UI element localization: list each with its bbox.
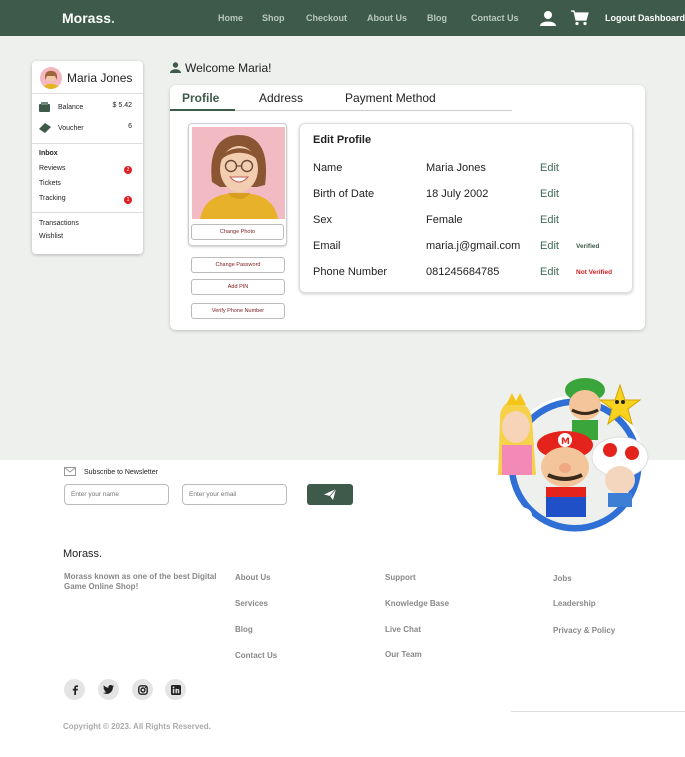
field-sex-value: Female bbox=[426, 214, 463, 226]
balance-value: $ 5.42 bbox=[112, 102, 132, 109]
field-name-value: Maria Jones bbox=[426, 162, 486, 174]
send-icon bbox=[324, 488, 337, 500]
footer-divider bbox=[511, 711, 685, 712]
svg-text:M: M bbox=[561, 437, 570, 447]
mail-icon bbox=[64, 467, 76, 476]
newsletter-label: Subscribe to Newsletter bbox=[64, 467, 158, 476]
footer-link-about-us[interactable]: About Us bbox=[235, 573, 271, 582]
footer-link-leadership[interactable]: Leadership bbox=[553, 599, 596, 608]
balance-label: Balance bbox=[57, 103, 84, 111]
top-navbar: Morass. Home Shop Checkout About Us Blog… bbox=[0, 0, 685, 36]
voucher-row: Voucher 6 bbox=[39, 123, 136, 133]
wallet-icon bbox=[39, 102, 50, 112]
field-birth-date-label: Birth of Date bbox=[313, 188, 375, 200]
active-tab-indicator bbox=[170, 109, 235, 111]
edit-phone-link[interactable]: Edit bbox=[540, 266, 559, 278]
tracking-count-badge: 1 bbox=[124, 196, 132, 204]
field-birth-date-value: 18 July 2002 bbox=[426, 188, 489, 200]
field-sex-label: Sex bbox=[313, 214, 332, 226]
field-name-label: Name bbox=[313, 162, 343, 174]
copyright-text: Copyright © 2023. All Rights Reserved. bbox=[63, 722, 211, 731]
add-pin-button[interactable]: Add PIN bbox=[191, 279, 285, 295]
field-email-value: maria.j@gmail.com bbox=[426, 240, 521, 252]
balance-row: Balance $ 5.42 bbox=[39, 102, 136, 112]
change-password-button[interactable]: Change Password bbox=[191, 257, 285, 273]
field-phone-value: 081245684785 bbox=[426, 266, 500, 278]
email-verified-status: Verified bbox=[576, 243, 600, 250]
footer-link-jobs[interactable]: Jobs bbox=[553, 574, 572, 583]
edit-profile-title: Edit Profile bbox=[313, 134, 372, 146]
logout-dashboard-link[interactable]: Logout Dashboard bbox=[605, 13, 685, 23]
profile-photo bbox=[192, 127, 285, 219]
edit-profile-panel: Edit Profile Name Maria Jones Edit Birth… bbox=[299, 123, 633, 293]
footer-link-our-team[interactable]: Our Team bbox=[385, 650, 422, 659]
voucher-label: Voucher bbox=[57, 124, 84, 132]
cart-icon[interactable] bbox=[571, 10, 589, 26]
footer-link-services[interactable]: Services bbox=[235, 599, 268, 608]
footer-link-support[interactable]: Support bbox=[385, 573, 416, 582]
divider bbox=[32, 93, 143, 94]
nav-about-us[interactable]: About Us bbox=[367, 13, 407, 23]
newsletter-email-input[interactable] bbox=[182, 484, 287, 505]
voucher-icon bbox=[39, 123, 51, 133]
edit-name-link[interactable]: Edit bbox=[540, 162, 559, 174]
sidebar-item-transactions[interactable]: Transactions bbox=[39, 220, 79, 227]
nav-checkout[interactable]: Checkout bbox=[306, 13, 347, 23]
edit-email-link[interactable]: Edit bbox=[540, 240, 559, 252]
edit-sex-link[interactable]: Edit bbox=[540, 214, 559, 226]
field-email-label: Email bbox=[313, 240, 341, 252]
tab-profile[interactable]: Profile bbox=[182, 91, 219, 105]
tab-address[interactable]: Address bbox=[259, 91, 303, 105]
footer-link-live-chat[interactable]: Live Chat bbox=[385, 625, 421, 634]
nav-blog[interactable]: Blog bbox=[427, 13, 447, 23]
welcome-heading: Welcome Maria! bbox=[170, 61, 271, 75]
sidebar-item-wishlist[interactable]: Wishlist bbox=[39, 233, 63, 240]
inbox-heading: Inbox bbox=[39, 150, 58, 157]
twitter-icon[interactable] bbox=[98, 679, 119, 700]
nav-contact-us[interactable]: Contact Us bbox=[471, 13, 519, 23]
reviews-count-badge: 2 bbox=[124, 166, 132, 174]
nav-home[interactable]: Home bbox=[218, 13, 243, 23]
linkedin-icon[interactable] bbox=[165, 679, 186, 700]
voucher-value: 6 bbox=[128, 123, 132, 130]
footer-link-knowledge-base[interactable]: Knowledge Base bbox=[385, 599, 449, 608]
footer-link-privacy-policy[interactable]: Privacy & Policy bbox=[553, 626, 615, 635]
avatar bbox=[40, 67, 62, 89]
change-photo-button[interactable]: Change Photo bbox=[191, 224, 284, 240]
sidebar-item-tickets[interactable]: Tickets bbox=[39, 180, 61, 187]
user-icon[interactable] bbox=[539, 10, 557, 26]
sidebar-user-name: Maria Jones bbox=[67, 71, 133, 85]
sidebar-item-tracking[interactable]: Tracking bbox=[39, 195, 66, 202]
sidebar-item-reviews[interactable]: Reviews bbox=[39, 165, 65, 172]
facebook-icon[interactable] bbox=[64, 679, 85, 700]
footer-link-contact-us[interactable]: Contact Us bbox=[235, 651, 277, 660]
footer-description: Morass known as one of the best Digital … bbox=[64, 572, 217, 591]
tab-payment-method[interactable]: Payment Method bbox=[345, 91, 436, 105]
newsletter-name-input[interactable] bbox=[64, 484, 169, 505]
nav-shop[interactable]: Shop bbox=[262, 13, 285, 23]
edit-birth-date-link[interactable]: Edit bbox=[540, 188, 559, 200]
verify-phone-button[interactable]: Verify Phone Number bbox=[191, 303, 285, 319]
footer-link-blog[interactable]: Blog bbox=[235, 625, 253, 634]
person-icon bbox=[170, 62, 181, 73]
field-phone-label: Phone Number bbox=[313, 266, 387, 278]
account-sidebar: Maria Jones Balance $ 5.42 Voucher 6 Inb… bbox=[32, 61, 143, 254]
newsletter-label-text: Subscribe to Newsletter bbox=[84, 469, 158, 476]
game-characters-illustration: M bbox=[498, 378, 649, 535]
brand-logo[interactable]: Morass. bbox=[62, 10, 115, 26]
divider bbox=[32, 143, 143, 144]
instagram-icon[interactable] bbox=[132, 679, 153, 700]
divider bbox=[32, 212, 143, 213]
newsletter-send-button[interactable] bbox=[307, 484, 353, 505]
footer-brand: Morass. bbox=[63, 548, 103, 560]
phone-not-verified-status: Not Verified bbox=[576, 269, 613, 276]
profile-photo-panel: Change Photo bbox=[188, 123, 287, 246]
welcome-text: Welcome Maria! bbox=[185, 61, 272, 75]
profile-card: Profile Address Payment Method Change Ph… bbox=[170, 85, 645, 330]
